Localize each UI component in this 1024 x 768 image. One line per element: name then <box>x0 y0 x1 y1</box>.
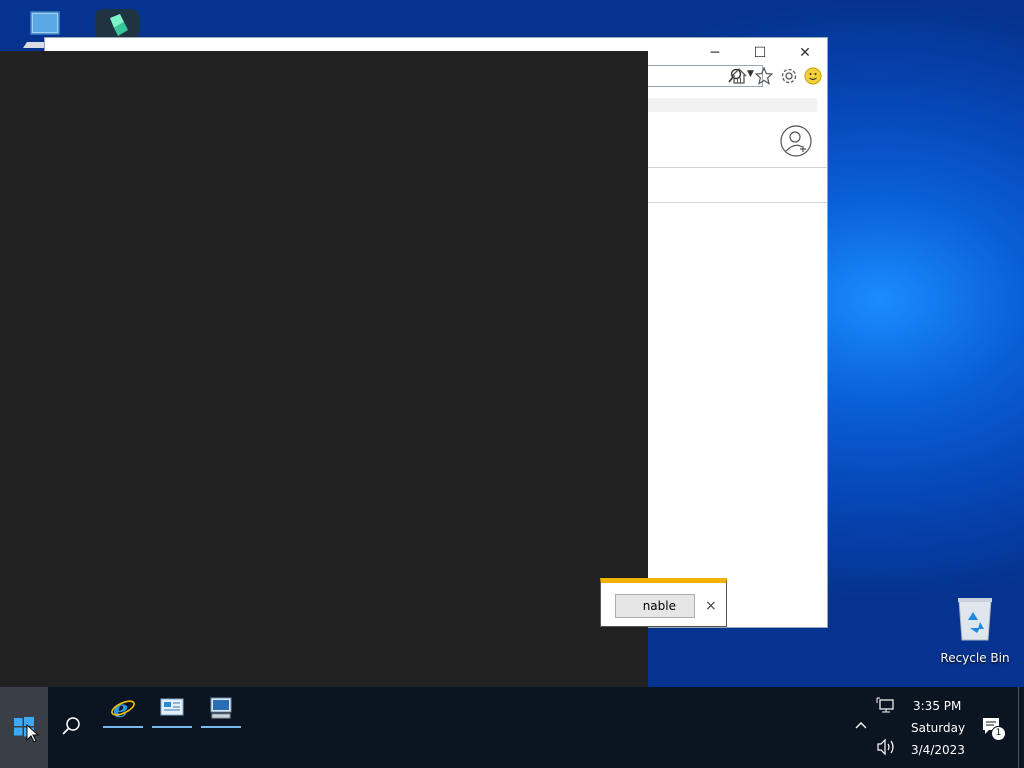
favorites-star-icon[interactable] <box>754 66 774 86</box>
account-icon[interactable] <box>780 125 812 157</box>
show-hidden-icons-chevron-icon[interactable] <box>853 717 869 736</box>
nav-divider <box>645 202 827 203</box>
volume-icon[interactable] <box>876 738 896 759</box>
show-desktop-strip[interactable] <box>1018 687 1024 768</box>
notification-count-badge: 1 <box>991 726 1006 741</box>
enable-button[interactable]: nable <box>615 594 695 618</box>
start-button[interactable] <box>0 687 48 768</box>
notification-bar: nable × <box>600 578 727 627</box>
remote-desktop-taskbar-button[interactable] <box>201 687 241 728</box>
action-center-button[interactable]: 1 <box>980 715 1008 743</box>
smiley-feedback-icon[interactable] <box>803 66 823 86</box>
remote-desktop-icon <box>210 697 232 718</box>
notification-close-icon[interactable]: × <box>705 598 717 614</box>
app-shortcut-desktop-icon[interactable] <box>94 8 140 40</box>
close-button[interactable]: ✕ <box>785 40 825 66</box>
minimize-button[interactable]: ─ <box>695 40 735 66</box>
filmora-icon <box>95 9 139 40</box>
taskbar: e 3:35 PM Saturday 3/4/2023 1 <box>0 687 1024 768</box>
gear-icon[interactable] <box>779 66 799 86</box>
recycle-bin-label: Recycle Bin <box>940 651 1010 665</box>
mouse-cursor-icon <box>26 724 40 743</box>
clock-time[interactable]: 3:35 PM <box>913 699 961 713</box>
dark-overlay-window <box>0 51 648 687</box>
server-manager-taskbar-button[interactable] <box>152 687 192 728</box>
home-icon[interactable] <box>729 66 749 86</box>
network-icon[interactable] <box>876 697 896 718</box>
server-manager-icon <box>160 698 184 715</box>
internet-explorer-icon: e <box>111 695 135 721</box>
clock-day[interactable]: Saturday <box>911 721 965 735</box>
header-divider <box>645 167 827 168</box>
maximize-button[interactable]: ☐ <box>740 40 780 66</box>
recycle-bin-icon <box>958 598 992 641</box>
clock-date[interactable]: 3/4/2023 <box>911 743 965 757</box>
internet-explorer-taskbar-button[interactable]: e <box>103 687 143 728</box>
search-icon[interactable] <box>60 715 82 740</box>
recycle-bin-desktop-icon[interactable]: Recycle Bin <box>940 596 1010 665</box>
tab-row <box>645 98 817 112</box>
